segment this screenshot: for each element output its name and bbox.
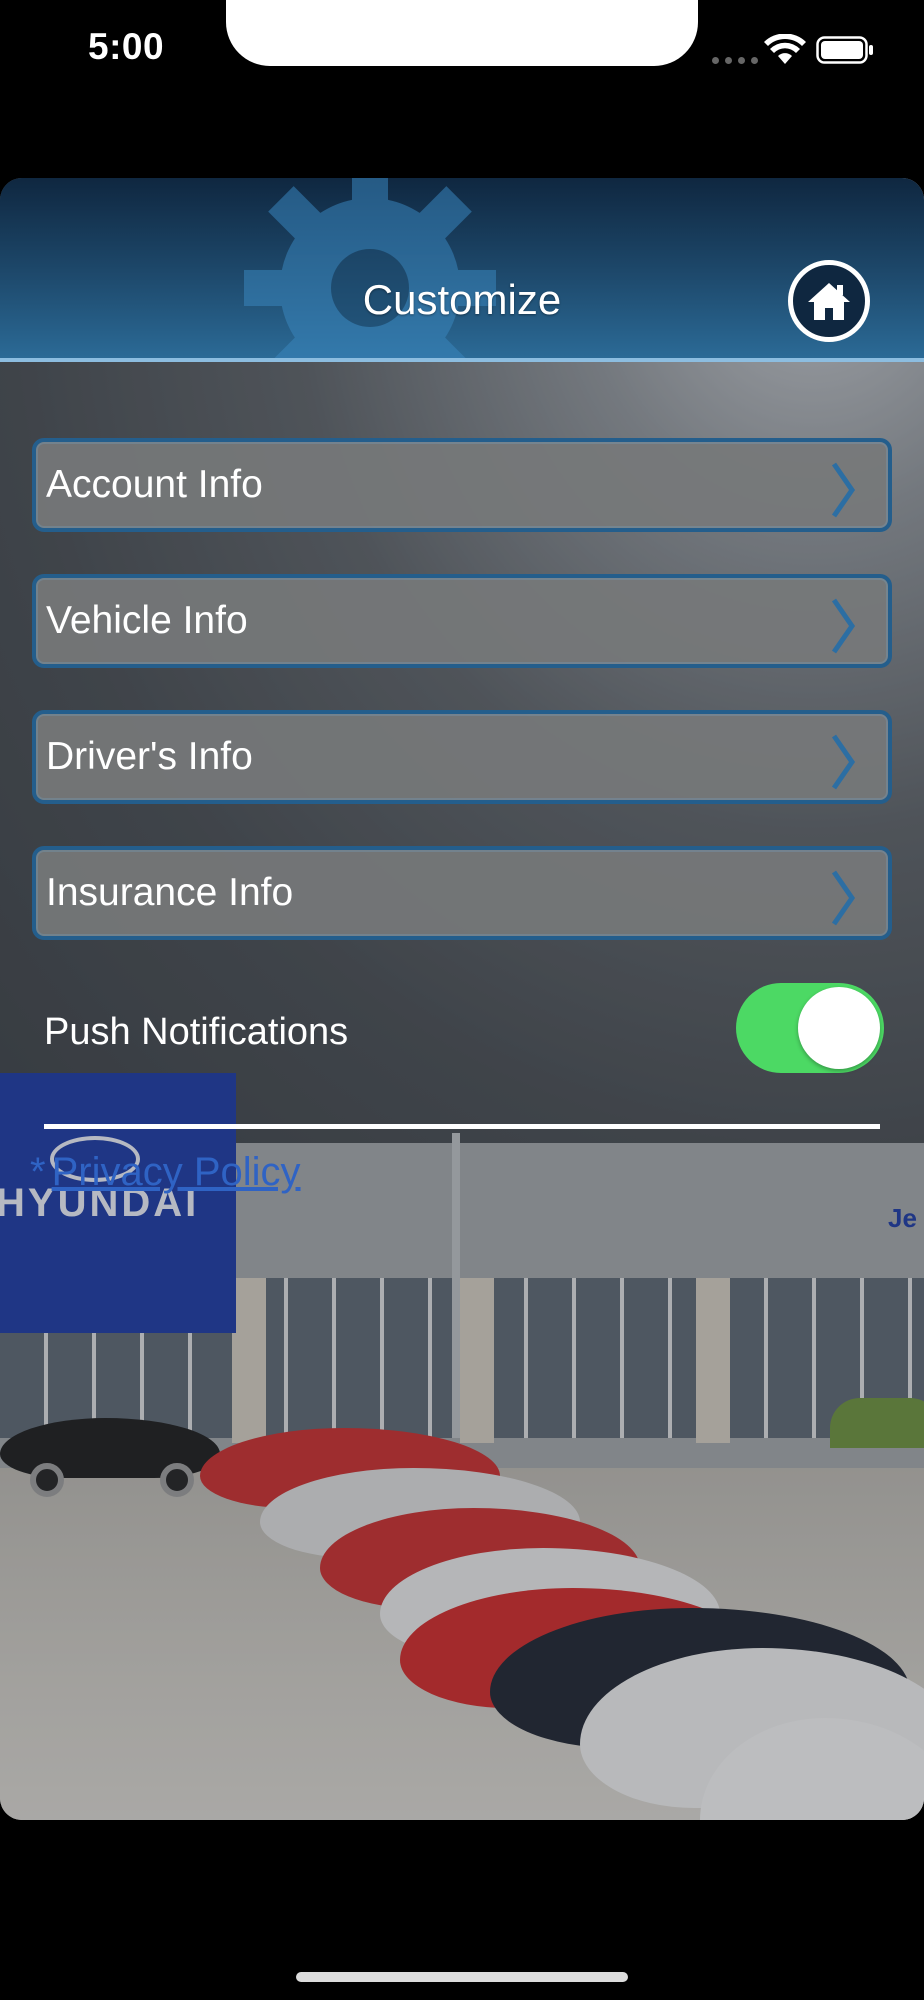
- header-bar: Customize: [0, 178, 924, 362]
- vehicle-info-button[interactable]: Vehicle Info: [32, 574, 892, 668]
- cellular-signal-icon: [712, 57, 758, 64]
- toggle-knob[interactable]: [798, 987, 880, 1069]
- home-icon: [808, 283, 850, 320]
- privacy-asterisk: *: [30, 1150, 46, 1194]
- chevron-right-icon: [831, 870, 856, 926]
- privacy-policy-row: * Privacy Policy: [30, 1150, 301, 1195]
- home-indicator[interactable]: [296, 1972, 628, 1982]
- push-notifications-label: Push Notifications: [44, 1011, 349, 1053]
- drivers-info-label: Driver's Info: [46, 735, 253, 778]
- home-button[interactable]: [788, 260, 870, 342]
- chevron-right-icon: [831, 462, 856, 518]
- wifi-icon: [764, 34, 806, 64]
- privacy-policy-link[interactable]: Privacy Policy: [52, 1150, 301, 1194]
- battery-icon: [816, 36, 873, 64]
- status-time: 5:00: [88, 26, 165, 67]
- insurance-info-button[interactable]: Insurance Info: [32, 846, 892, 940]
- status-bar: 5:00: [0, 0, 924, 110]
- app-screen: HYUNDAI Je Customize Account Info Vehicl…: [0, 178, 924, 1820]
- notch: [226, 0, 698, 66]
- chevron-right-icon: [831, 598, 856, 654]
- push-notifications-row: Push Notifications: [44, 983, 884, 1073]
- drivers-info-button[interactable]: Driver's Info: [32, 710, 892, 804]
- account-info-button[interactable]: Account Info: [32, 438, 892, 532]
- push-notifications-toggle[interactable]: [736, 983, 884, 1073]
- vehicle-info-label: Vehicle Info: [46, 599, 248, 642]
- insurance-info-label: Insurance Info: [46, 871, 294, 914]
- account-info-label: Account Info: [46, 463, 263, 506]
- gear-icon: [244, 178, 496, 358]
- page-title: Customize: [362, 276, 562, 323]
- divider: [44, 1124, 880, 1129]
- chevron-right-icon: [831, 734, 856, 790]
